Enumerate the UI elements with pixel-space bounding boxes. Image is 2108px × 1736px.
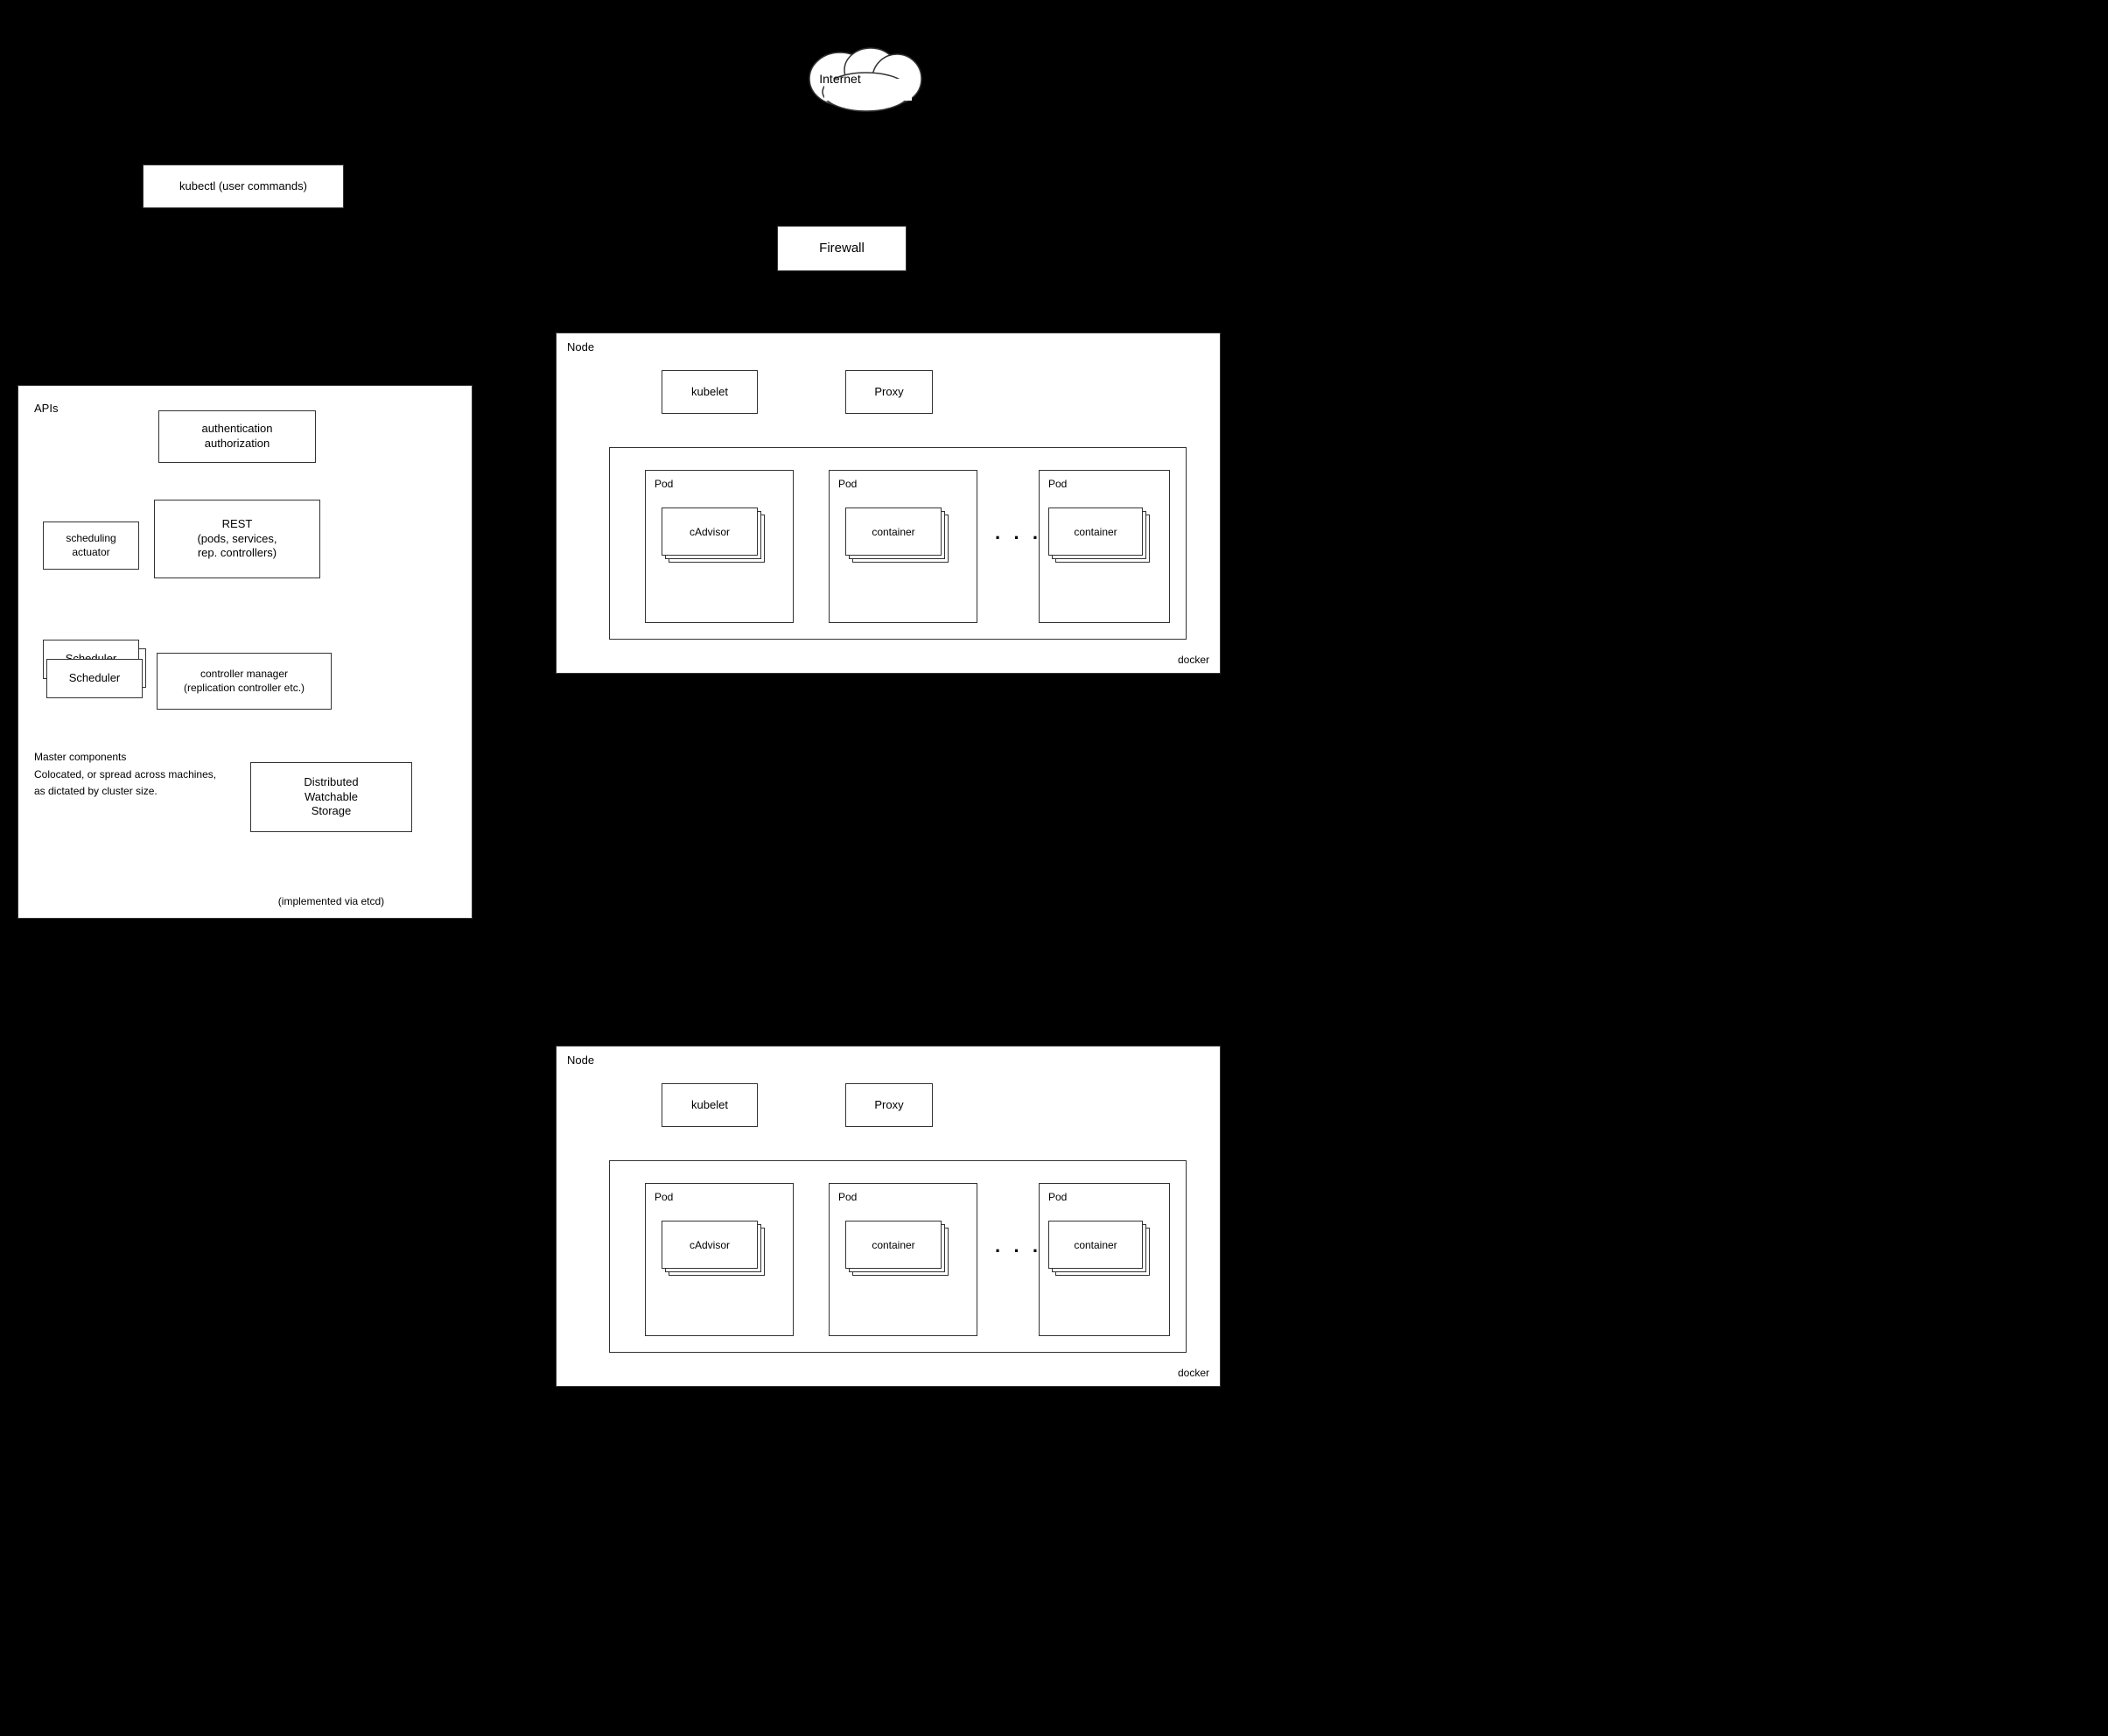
pod2c-outer: Pod container xyxy=(1039,1183,1170,1336)
container2c-box: container xyxy=(1048,1221,1143,1269)
pod2b-outer: Pod container xyxy=(829,1183,977,1336)
docker1-label: docker xyxy=(1178,654,1209,666)
internet-label: Internet xyxy=(779,57,901,101)
etcd-label: (implemented via etcd) xyxy=(250,895,412,907)
container2b-box: container xyxy=(845,1221,942,1269)
docker2-inner-box: Pod cAdvisor Pod container xyxy=(609,1160,1187,1353)
proxy1-box: Proxy xyxy=(845,370,933,414)
kubelet1-box: kubelet xyxy=(662,370,758,414)
pod1c-outer: Pod container xyxy=(1039,470,1170,623)
master-components-label: Master components Colocated, or spread a… xyxy=(34,749,216,800)
apis-label: APIs xyxy=(34,402,58,415)
cadvisor1-box: cAdvisor xyxy=(662,508,758,556)
kubectl-box: kubectl (user commands) xyxy=(143,164,344,208)
node1-container: Node docker kubelet Proxy Pod cAdvisor xyxy=(556,332,1221,674)
cadvisor2-box: cAdvisor xyxy=(662,1221,758,1269)
distributed-storage-box: Distributed Watchable Storage xyxy=(250,762,412,832)
pod1a-outer: Pod cAdvisor xyxy=(645,470,794,623)
node2-label: Node xyxy=(567,1054,594,1067)
docker2-label: docker xyxy=(1178,1367,1209,1379)
pod2a-outer: Pod cAdvisor xyxy=(645,1183,794,1336)
kubelet2-box: kubelet xyxy=(662,1083,758,1127)
controller-manager-box: controller manager (replication controll… xyxy=(157,653,332,710)
firewall-box: Firewall xyxy=(777,226,907,271)
dots1: · · · xyxy=(995,527,1042,550)
node1-label: Node xyxy=(567,340,594,354)
dots2: · · · xyxy=(995,1240,1042,1263)
container1b-box: container xyxy=(845,508,942,556)
container1c-box: container xyxy=(1048,508,1143,556)
rest-box: REST (pods, services, rep. controllers) xyxy=(154,500,320,578)
docker1-inner-box: Pod cAdvisor Pod container xyxy=(609,447,1187,640)
auth-box: authentication authorization xyxy=(158,410,316,463)
scheduling-actuator-box: scheduling actuator xyxy=(43,522,139,570)
node2-container: Node docker kubelet Proxy Pod cAdvisor xyxy=(556,1046,1221,1387)
pod1b-outer: Pod container xyxy=(829,470,977,623)
proxy2-box: Proxy xyxy=(845,1083,933,1127)
master-components-box: APIs authentication authorization REST (… xyxy=(18,385,473,919)
